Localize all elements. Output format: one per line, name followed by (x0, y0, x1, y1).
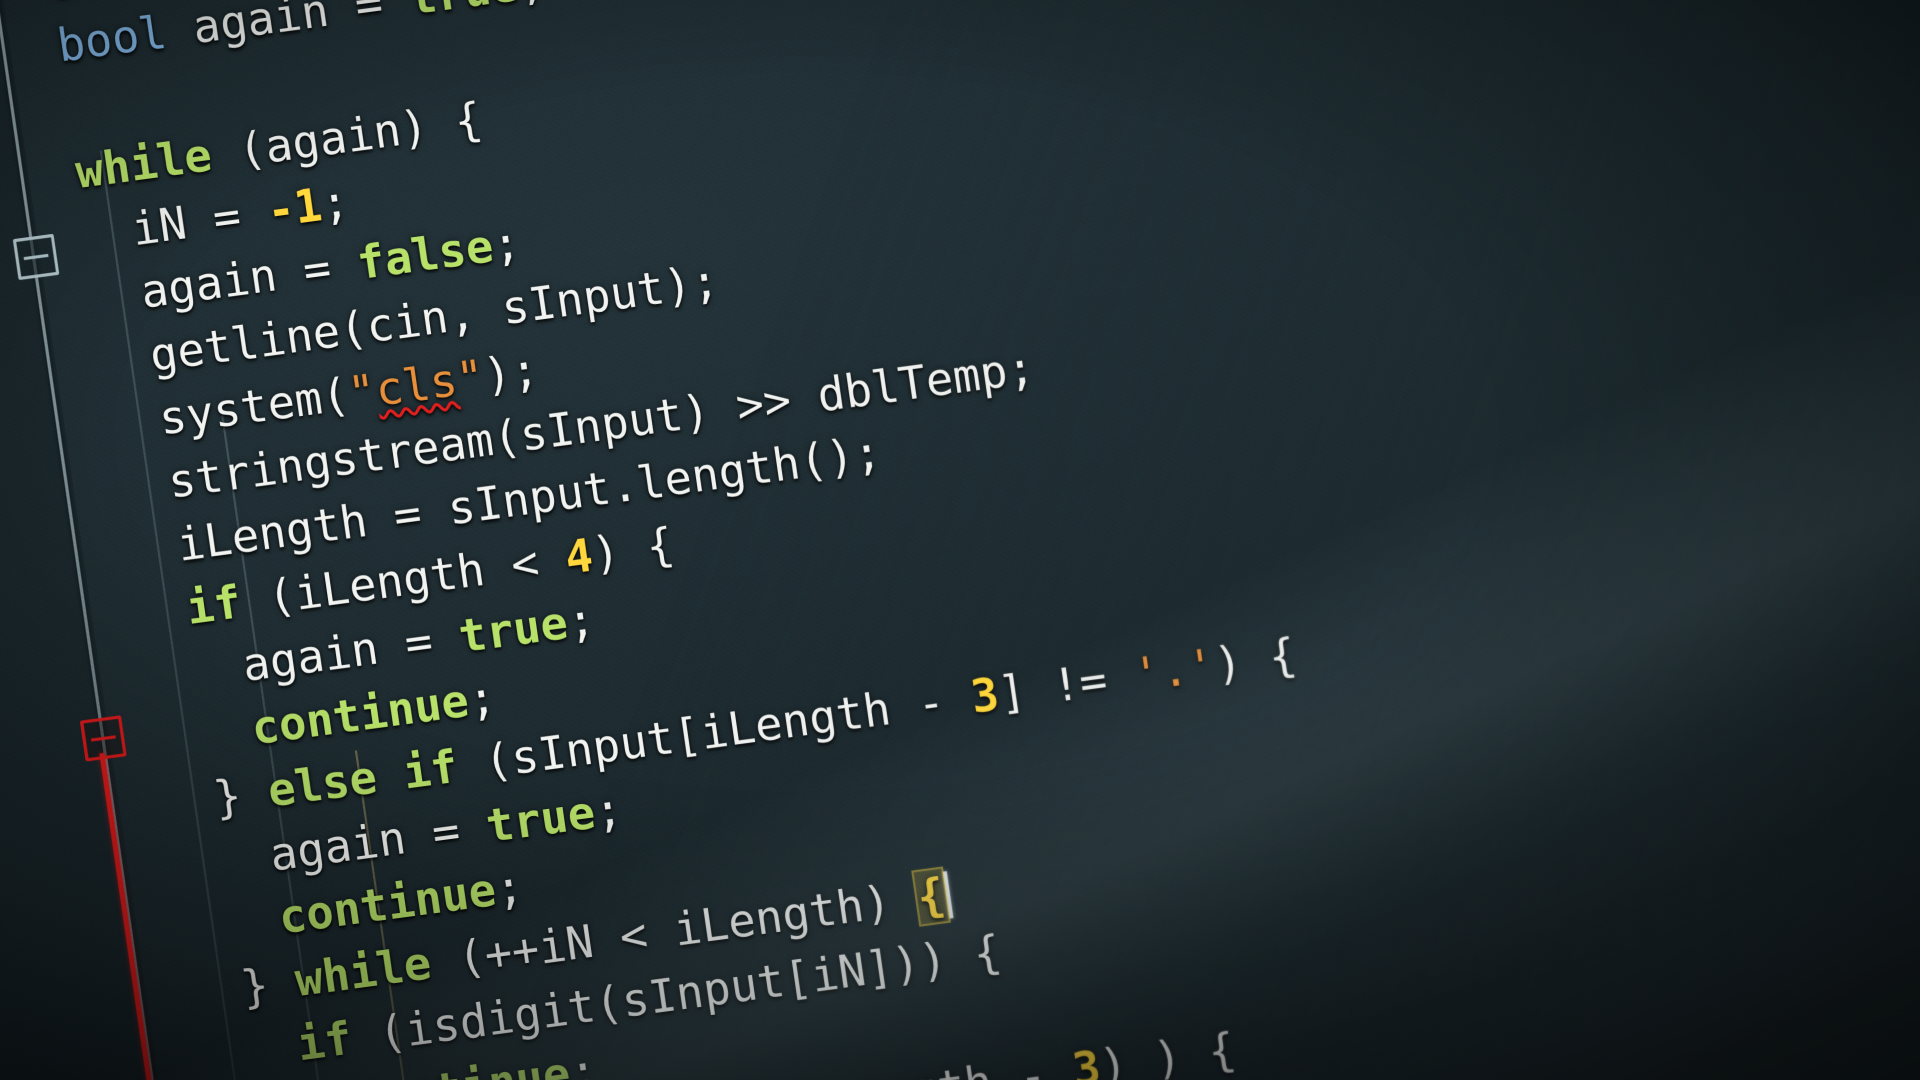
code-token-plain: (sInput[iLength - (453, 671, 976, 793)
code-token-plain: ; (317, 175, 353, 231)
code-token-bool: true (455, 597, 572, 664)
code-token-plain: } (237, 955, 300, 1015)
code-token-plain: again = (162, 0, 414, 59)
code-token-plain: ] != (994, 650, 1138, 721)
code-token-kw: if (293, 1012, 356, 1072)
code-token-plain: (again) { (207, 93, 486, 182)
code-token-str: '.' (1129, 639, 1219, 703)
code-token-plain: ; (489, 216, 524, 273)
code-token-kw: while (72, 129, 216, 200)
code-token-kw: while (291, 937, 435, 1008)
code-token-plain: ; (566, 1044, 601, 1080)
code-token-plain: (iN == (iLength - (555, 1045, 1076, 1080)
code-line[interactable]: bool again = true; (6, 0, 549, 85)
code-token-kw: if (183, 576, 245, 636)
code-token-type: bool (54, 6, 170, 73)
screenshot-root: 1617181920212252352452552652752852953053… (0, 0, 1920, 1080)
spelling-error-token: cls (372, 354, 461, 417)
code-token-plain: ); (480, 343, 542, 403)
monitor-screen-surface: 1617181920212252352452552652752852953053… (0, 0, 1920, 1080)
code-token-plain: ) { (588, 518, 678, 582)
code-token-plain: ) ) { (1096, 1023, 1240, 1080)
code-token-bool: true (406, 0, 522, 26)
code-token-bool: false (353, 220, 497, 291)
code-token-plain: iN = (128, 186, 272, 257)
code-token-num: -1 (263, 178, 326, 239)
code-token-plain: ) { (1211, 628, 1300, 692)
code-token-plain: } (210, 765, 272, 825)
code-token-bool: true (482, 786, 599, 854)
